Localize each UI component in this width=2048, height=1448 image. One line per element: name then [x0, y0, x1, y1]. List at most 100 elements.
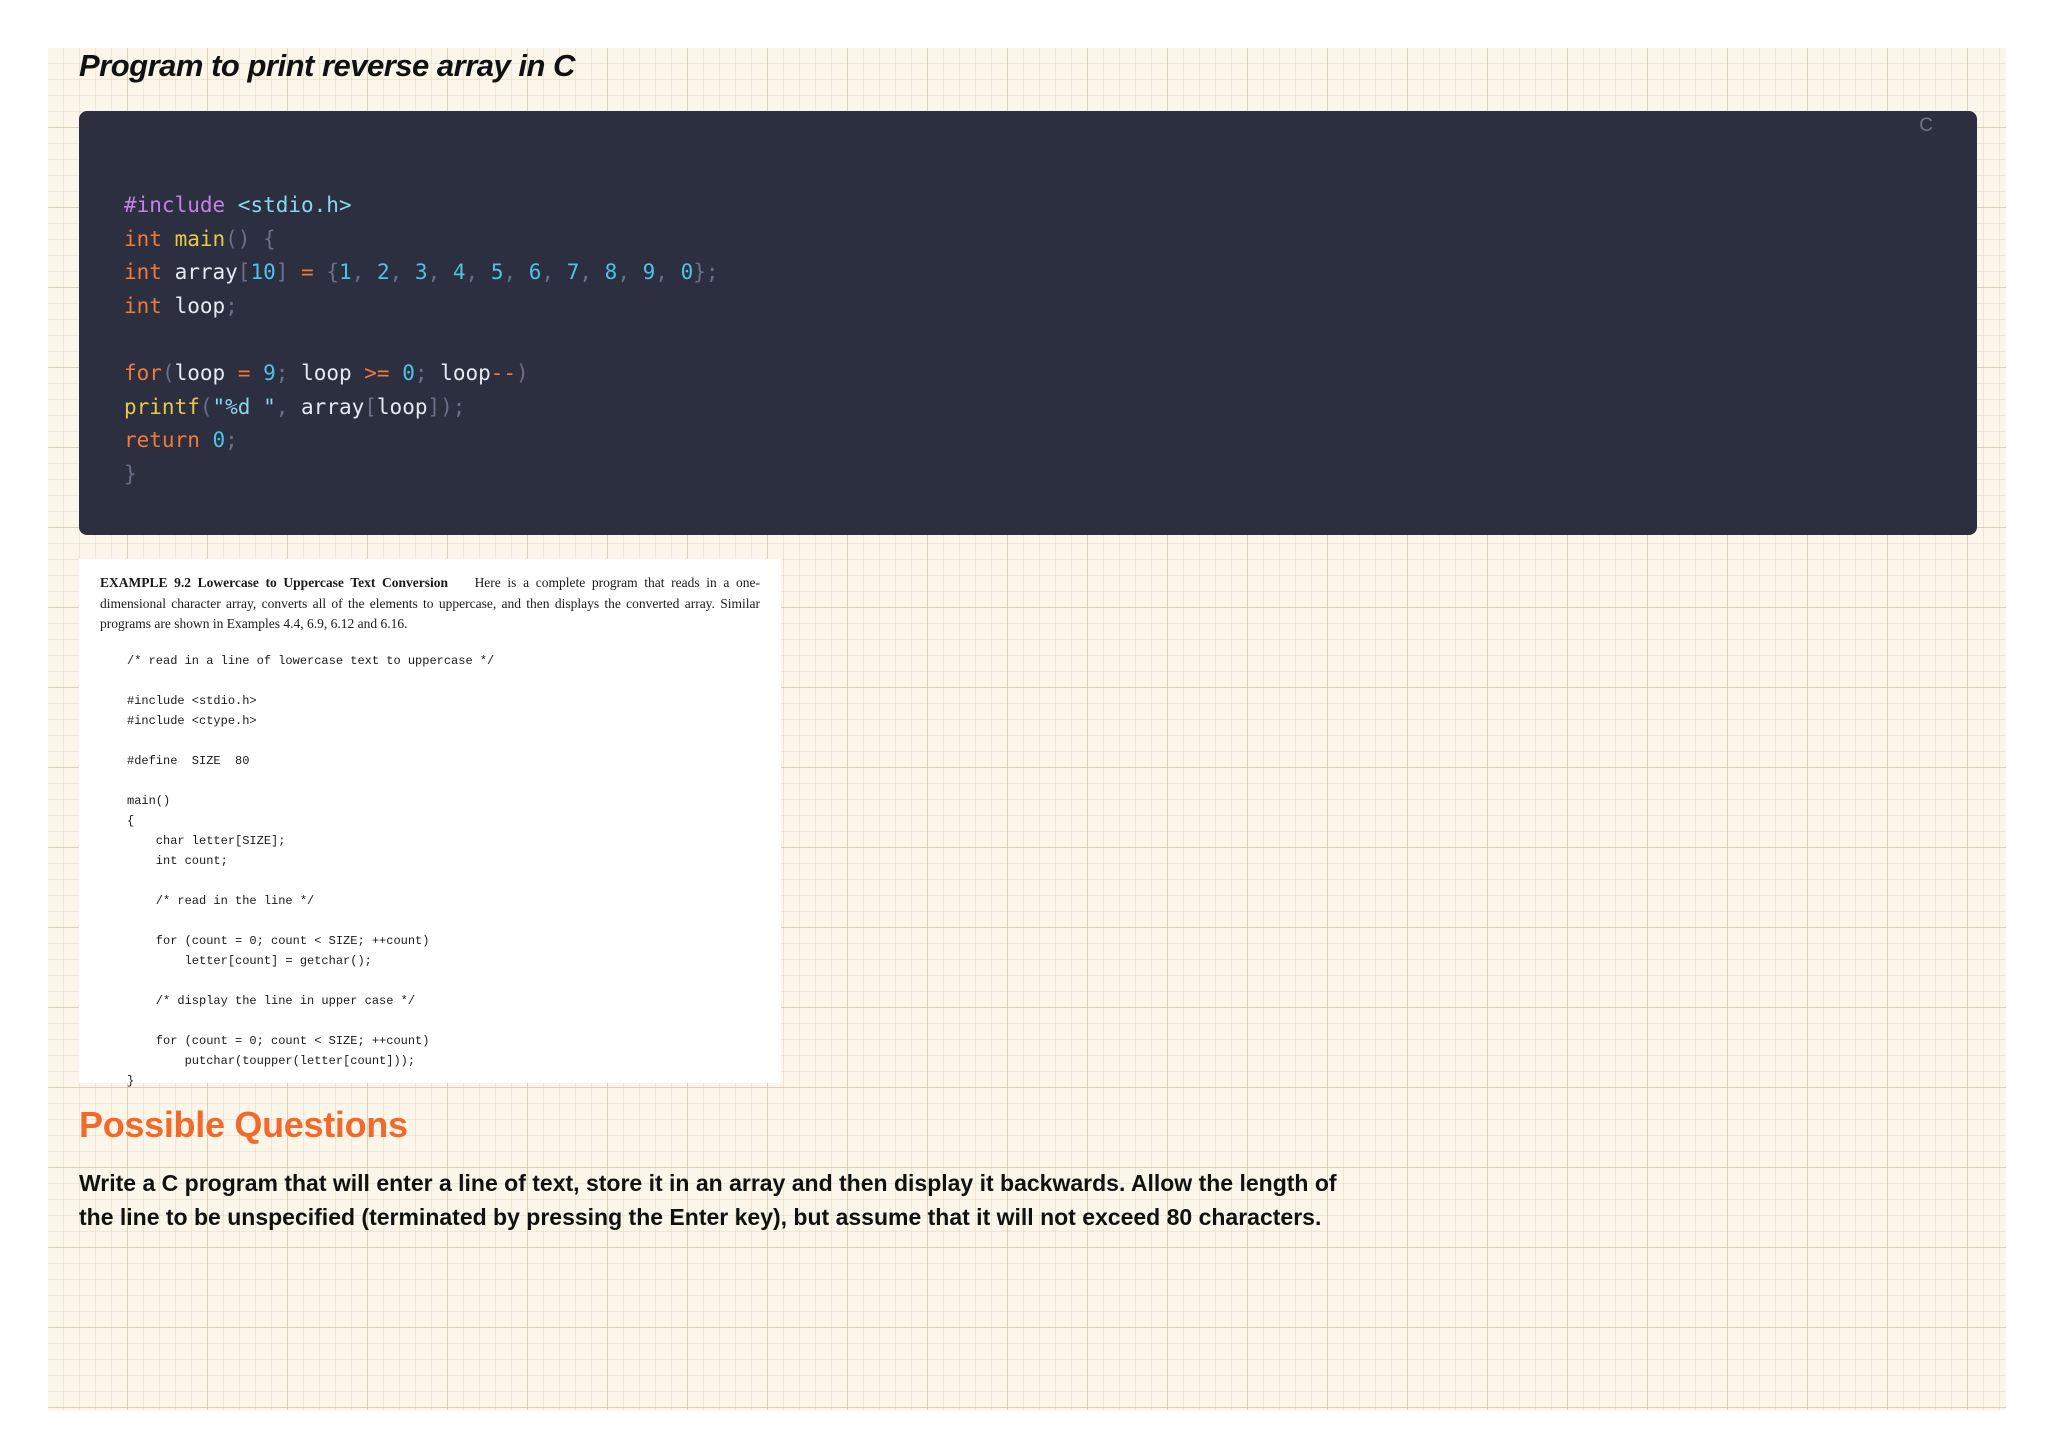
- code-token: ]: [275, 260, 302, 285]
- scanned-code-line: [127, 731, 494, 751]
- scanned-code-line: }: [127, 1074, 135, 1088]
- scanned-code-line: [127, 671, 494, 691]
- code-token: ;: [275, 360, 302, 385]
- code-token: <stdio.h>: [237, 193, 352, 217]
- code-token: 8: [604, 260, 618, 285]
- scanned-code-line: for (count = 0; count < SIZE; ++count): [127, 1034, 430, 1048]
- scanned-code-line: [127, 871, 494, 891]
- code-line: for(loop = 9; loop >= 0; loop--): [124, 357, 719, 391]
- code-token: main: [174, 226, 226, 251]
- code-token: ): [516, 360, 529, 385]
- code-token: ,: [655, 260, 681, 285]
- code-token: 4: [452, 260, 466, 285]
- code-token: 10: [250, 260, 276, 285]
- scanned-code-line: /* read in a line of lowercase text to u…: [127, 654, 495, 668]
- code-line: int array[10] = {1, 2, 3, 4, 5, 6, 7, 8,…: [124, 256, 719, 290]
- code-token: 0: [680, 260, 694, 285]
- code-token: ,: [389, 260, 415, 285]
- scanned-code-line: #include <ctype.h>: [127, 714, 257, 728]
- scanned-code-line: for (count = 0; count < SIZE; ++count): [127, 934, 430, 948]
- code-token: {: [326, 260, 339, 285]
- code-line: #include <stdio.h>: [124, 189, 719, 223]
- question-text: Write a C program that will enter a line…: [79, 1170, 1337, 1230]
- code-token: 5: [490, 260, 504, 285]
- code-token: #include: [124, 193, 238, 217]
- scanned-textbook-excerpt: EXAMPLE 9.2 Lowercase to Uppercase Text …: [79, 559, 781, 1088]
- scanned-code-line: #include <stdio.h>: [127, 694, 257, 708]
- code-token: for: [124, 360, 162, 385]
- code-token: ,: [503, 260, 529, 285]
- code-language-label: C: [1919, 115, 1933, 136]
- page-title: Program to print reverse array in C: [79, 48, 575, 83]
- code-token: array: [174, 260, 238, 285]
- code-token: }: [124, 461, 137, 486]
- scanned-code-line: [127, 971, 494, 991]
- scanned-example-intro: EXAMPLE 9.2 Lowercase to Uppercase Text …: [100, 573, 760, 635]
- code-token: ]);: [427, 394, 466, 419]
- scanned-code-line: [127, 911, 494, 931]
- code-token: =: [301, 260, 327, 285]
- code-token: int: [124, 260, 175, 285]
- code-block[interactable]: C #include <stdio.h> int main() {int arra…: [79, 111, 1977, 535]
- scanned-code-line: [127, 771, 494, 791]
- code-token: ;: [225, 293, 238, 318]
- code-token: =: [237, 360, 264, 385]
- scanned-code-line: [127, 1011, 494, 1031]
- code-line: int main() {: [124, 223, 719, 257]
- scanned-code-line: /* read in the line */: [127, 894, 315, 908]
- code-token: loop: [440, 360, 491, 385]
- code-token: 9: [263, 360, 276, 385]
- scanned-example-heading: EXAMPLE 9.2 Lowercase to Uppercase Text …: [100, 575, 448, 590]
- scanned-code-line: letter[count] = getchar();: [127, 954, 372, 968]
- code-token: --: [490, 360, 517, 385]
- scanned-code-line: {: [127, 814, 135, 828]
- code-line: printf("%d ", array[loop]);: [124, 391, 719, 425]
- code-token: return: [124, 428, 213, 453]
- code-token: ,: [541, 260, 567, 285]
- code-token: loop: [301, 360, 365, 385]
- code-token: ,: [427, 260, 453, 285]
- scanned-code-line: int count;: [127, 854, 228, 868]
- code-token: 7: [566, 260, 580, 285]
- code-token: array: [301, 394, 365, 419]
- code-token: ;: [414, 360, 441, 385]
- code-content[interactable]: #include <stdio.h> int main() {int array[…: [124, 189, 719, 491]
- scanned-code-line: /* display the line in upper case */: [127, 994, 416, 1008]
- code-token: >=: [364, 360, 403, 385]
- code-token: loop: [376, 394, 428, 419]
- code-token: int: [124, 226, 175, 251]
- section-heading: Possible Questions: [79, 1104, 408, 1145]
- code-token: ,: [617, 260, 643, 285]
- code-line: return 0;: [124, 424, 719, 458]
- code-token: int: [124, 293, 175, 318]
- code-token: 1: [339, 260, 352, 285]
- code-token: ,: [465, 260, 491, 285]
- code-token: 0: [402, 360, 415, 385]
- code-line: int loop;: [124, 290, 719, 324]
- code-token: (: [161, 360, 175, 385]
- code-token: "%d ": [212, 394, 276, 419]
- code-token: 2: [376, 260, 390, 285]
- code-token: 6: [528, 260, 542, 285]
- scanned-code-line: main(): [127, 794, 171, 808]
- code-token: loop: [174, 293, 226, 318]
- code-token: 3: [414, 260, 428, 285]
- code-token: printf: [124, 394, 200, 419]
- code-token: 9: [642, 260, 656, 285]
- scanned-code-line: putchar(toupper(letter[count]));: [127, 1054, 416, 1068]
- code-token: ;: [225, 428, 238, 453]
- code-token: ,: [275, 394, 302, 419]
- code-token: (: [199, 394, 213, 419]
- code-token: loop: [174, 360, 238, 385]
- code-token: ,: [351, 260, 377, 285]
- code-token: };: [693, 260, 719, 285]
- code-token: () {: [225, 226, 276, 251]
- scanned-code-line: #define SIZE 80: [127, 754, 250, 768]
- code-line: }: [124, 458, 719, 492]
- code-token: [: [237, 260, 251, 285]
- code-token: ,: [579, 260, 605, 285]
- scanned-code-listing: /* read in a line of lowercase text to u…: [127, 651, 494, 1091]
- code-token: [: [364, 394, 377, 419]
- scanned-code-line: char letter[SIZE];: [127, 834, 286, 848]
